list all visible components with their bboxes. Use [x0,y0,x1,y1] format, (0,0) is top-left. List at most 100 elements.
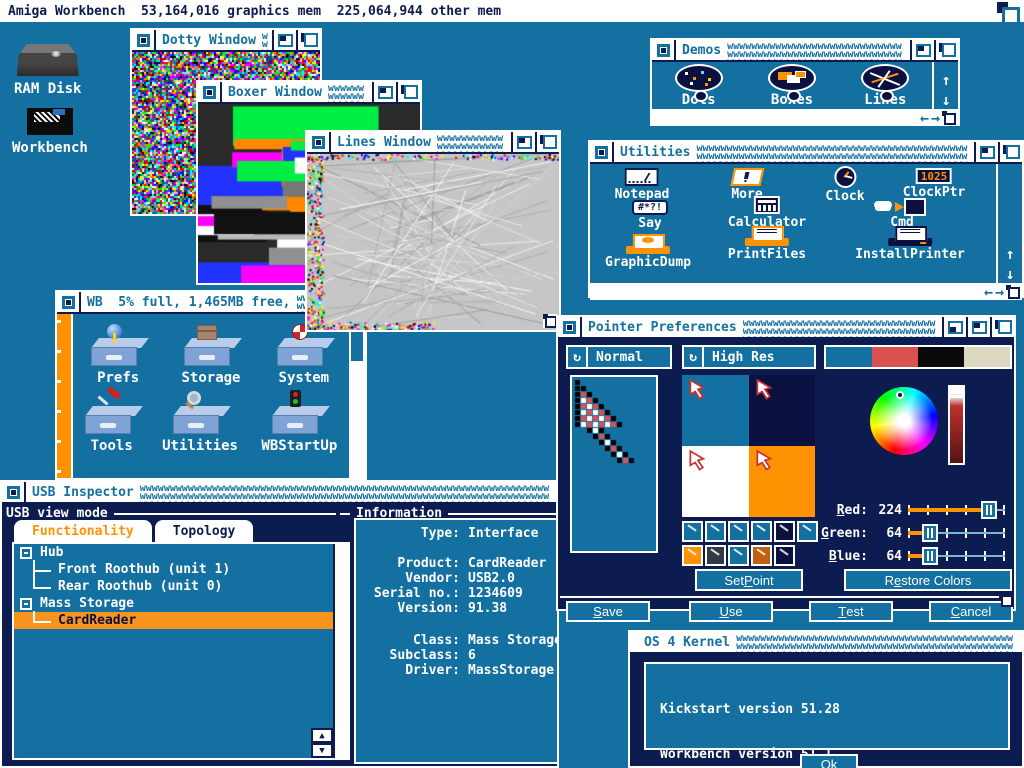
scroll-up-icon[interactable] [1005,244,1014,263]
iconify-icon[interactable] [942,317,966,337]
drawer-wbstartup[interactable]: WBStartUp [261,392,337,454]
pointer-preset-thumbnail[interactable] [682,545,703,566]
icon-notepad[interactable]: Notepad [615,168,670,202]
set-point-button[interactable]: Set Point [695,569,803,591]
close-icon[interactable] [590,142,614,162]
drawer-system[interactable]: System [277,324,331,386]
color-wheel[interactable] [870,387,938,455]
desktop-icon-ram-disk[interactable]: RAM Disk [14,44,81,97]
pointer-preset-thumbnail[interactable] [774,545,795,566]
lines-titlebar[interactable]: Lines Window wwwwwwwwwwwwwwwwwwwwwwwwwww… [307,132,559,154]
drawer-utilities[interactable]: Utilities [162,392,238,454]
drag-bar[interactable]: wwwwwwwwwwwwwwwwwwwwwwwwwwwwwwwwwwwwwwww… [437,135,507,152]
pointer-preset-thumbnail[interactable] [774,521,795,542]
icon-printfiles[interactable]: PrintFiles [728,226,806,262]
demo-icon-dots[interactable]: Dots [675,64,723,108]
tab-functionality[interactable]: Functionality [14,520,152,542]
resize-icon[interactable] [942,111,956,125]
color-swatch[interactable] [872,347,918,367]
color-wheel-marker[interactable] [896,391,904,399]
drawer-prefs[interactable]: Prefs [91,324,145,386]
close-icon[interactable] [198,82,222,102]
drawer-storage[interactable]: Storage [181,324,240,386]
zoom-icon[interactable] [910,40,934,60]
pointer-titlebar[interactable]: Pointer Preferences wwwwwwwwwwwwwwwwwwww… [558,317,1014,339]
drag-bar[interactable]: wwwwwwwwwwwwwwwwwwwwwwwwwwwwwwwwwwwwwwww… [736,635,1018,652]
tree-item-cardreader-selected[interactable]: CardReader [14,612,333,629]
wb-right-scrollbar[interactable] [349,314,365,478]
zoom-icon[interactable] [372,82,396,102]
close-icon[interactable] [132,30,156,50]
palette-swatch-bar[interactable] [824,345,1012,369]
depth-icon[interactable] [535,132,559,152]
drag-bar[interactable]: wwwwwwwwwwwwwwwwwwwwwwwwwwwwwwwwwwwwwwww… [696,145,970,162]
tree-scrollbar[interactable] [333,544,348,758]
green-slider[interactable] [908,524,1005,542]
blue-slider[interactable] [908,547,1005,565]
scroll-up-icon[interactable] [941,70,950,89]
kernel-titlebar[interactable]: OS 4 Kernel wwwwwwwwwwwwwwwwwwwwwwwwwwww… [630,632,1022,654]
dotty-titlebar[interactable]: Dotty Window wwwwwwwwwwwwwwwwwwwwwwwwwww… [132,30,320,52]
horizontal-scrollbar[interactable] [652,109,958,126]
depth-icon[interactable] [396,82,420,102]
drag-bar[interactable]: wwwwwwwwwwwwwwwwwwwwwwwwwwwwwwwwwwwwwwww… [743,320,938,337]
resize-icon[interactable] [543,314,557,328]
pointer-type-cycle[interactable]: Normal [566,345,672,369]
icon-graphicdump[interactable]: GraphicDump [605,234,691,270]
zoom-icon[interactable] [511,132,535,152]
pointer-preset-thumbnail[interactable] [751,521,772,542]
desktop-icon-workbench[interactable]: Workbench [12,108,88,156]
boxer-titlebar[interactable]: Boxer Window wwwwwwwwwwwwwwwwwwwwwwwwwww… [198,82,420,104]
vertical-scrollbar[interactable] [996,164,1022,283]
icon-calculator[interactable]: Calculator [728,196,806,230]
pointer-preset-thumbnail[interactable] [728,521,749,542]
depth-icon[interactable] [998,142,1022,162]
scroll-left-icon[interactable] [920,108,929,127]
vertical-scrollbar[interactable] [932,62,958,109]
save-button[interactable]: Save [566,601,650,622]
close-icon[interactable] [2,482,26,502]
depth-icon[interactable] [296,30,320,50]
scroll-down-icon[interactable] [1005,264,1014,283]
horizontal-scrollbar[interactable] [590,283,1022,300]
drawer-tools[interactable]: Tools [85,392,139,454]
resize-icon[interactable] [1006,285,1020,299]
tab-topology[interactable]: Topology [155,520,254,542]
wb-left-scrollbar[interactable] [57,314,73,478]
scroll-down-icon[interactable] [941,90,950,109]
resize-icon[interactable] [999,593,1013,607]
depth-icon[interactable] [934,40,958,60]
screen-depth-icon[interactable] [994,2,1020,20]
pointer-preset-thumbnail[interactable] [751,545,772,566]
drag-bar[interactable]: wwwwwwwwwwwwwwwwwwwwwwwwwwwwwwwwwwwwwwww… [262,33,268,50]
pointer-preset-thumbnail[interactable] [705,545,726,566]
drag-bar[interactable]: wwwwwwwwwwwwwwwwwwwwwwwwwwwwwwwwwwwwwwww… [727,43,906,60]
icon-say[interactable]: #*?! Say [632,200,668,231]
collapse-icon[interactable] [20,547,32,559]
pointer-edit-grid[interactable] [570,375,658,553]
scroll-right-icon[interactable] [931,108,940,127]
pointer-preset-thumbnail[interactable] [705,521,726,542]
color-swatch[interactable] [964,347,1010,367]
depth-icon[interactable] [990,317,1014,337]
zoom-icon[interactable] [974,142,998,162]
red-slider[interactable] [908,501,1005,519]
icon-clock[interactable]: Clock [825,166,864,204]
ok-button[interactable]: Ok [800,754,858,768]
demos-titlebar[interactable]: Demos wwwwwwwwwwwwwwwwwwwwwwwwwwwwwwwwww… [652,40,958,62]
resolution-cycle[interactable]: High Res [682,345,816,369]
test-button[interactable]: Test [809,601,893,622]
zoom-icon[interactable] [966,317,990,337]
collapse-icon[interactable] [20,598,32,610]
demo-icon-boxes[interactable]: Boxes [768,64,816,108]
use-button[interactable]: Use [689,601,773,622]
pointer-preset-thumbnail[interactable] [682,521,703,542]
value-slider[interactable] [948,385,965,465]
scroll-right-icon[interactable] [995,282,1004,301]
tree-item-hub[interactable]: Hub [14,544,333,561]
restore-colors-button[interactable]: Restore Colors [844,569,1012,591]
close-icon[interactable] [558,317,582,337]
close-icon[interactable] [307,132,331,152]
utilities-titlebar[interactable]: Utilities wwwwwwwwwwwwwwwwwwwwwwwwwwwwww… [590,142,1022,164]
menubar[interactable]: Amiga Workbench 53,164,016 graphics mem … [0,0,1024,22]
